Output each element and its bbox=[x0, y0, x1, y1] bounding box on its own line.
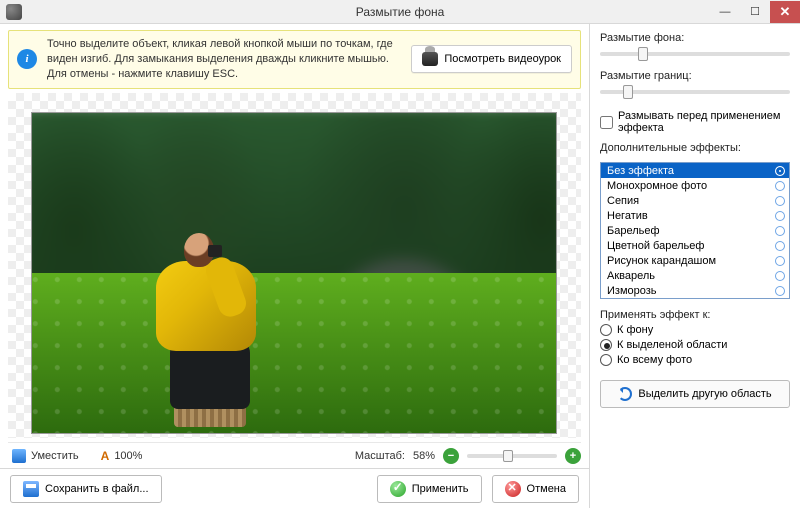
effect-option-label: Барельеф bbox=[607, 224, 660, 238]
cancel-button[interactable]: Отмена bbox=[492, 475, 579, 503]
edge-blur-thumb[interactable] bbox=[623, 85, 633, 99]
fit-button[interactable]: Уместить bbox=[8, 447, 83, 465]
window-title: Размытие фона bbox=[356, 5, 445, 19]
bottom-bar: Сохранить в файл... Применить Отмена bbox=[0, 468, 589, 508]
select-other-label: Выделить другую область bbox=[638, 388, 771, 400]
effect-option[interactable]: Сепия bbox=[601, 193, 789, 208]
fit-label: Уместить bbox=[31, 450, 79, 462]
save-to-file-button[interactable]: Сохранить в файл... bbox=[10, 475, 162, 503]
effect-option[interactable]: Цветной барельеф bbox=[601, 238, 789, 253]
edge-blur-label: Размытие границ: bbox=[600, 70, 692, 82]
effect-option[interactable]: Барельеф bbox=[601, 223, 789, 238]
status-bar: Уместить A 100% Масштаб: 58% − + bbox=[8, 442, 581, 468]
effect-option-label: Без эффекта bbox=[607, 164, 674, 178]
radio-icon bbox=[775, 286, 785, 296]
actual-size-label: 100% bbox=[114, 450, 142, 462]
radio-icon bbox=[775, 241, 785, 251]
zoom-slider-thumb[interactable] bbox=[503, 450, 513, 462]
radio-icon bbox=[775, 271, 785, 281]
effects-list[interactable]: Без эффектаМонохромное фотоСепияНегативБ… bbox=[600, 162, 790, 299]
radio-icon bbox=[775, 211, 785, 221]
zoom-controls: Масштаб: 58% − + bbox=[355, 448, 581, 464]
radio-icon bbox=[775, 166, 785, 176]
zoom-out-button[interactable]: − bbox=[443, 448, 459, 464]
main-panel: i Точно выделите объект, кликая левой кн… bbox=[0, 24, 590, 508]
apply-target-label: Применять эффект к: bbox=[600, 309, 710, 321]
webcam-icon bbox=[422, 52, 438, 66]
title-bar: Размытие фона — ☐ ✕ bbox=[0, 0, 800, 24]
apply-button[interactable]: Применить bbox=[377, 475, 482, 503]
apply-target-option[interactable]: К фону bbox=[600, 324, 790, 336]
effect-option[interactable]: Монохромное фото bbox=[601, 178, 789, 193]
close-button[interactable]: ✕ bbox=[770, 1, 800, 23]
actual-size-button[interactable]: A 100% bbox=[97, 447, 147, 465]
maximize-button[interactable]: ☐ bbox=[740, 1, 770, 23]
effect-option-label: Акварель bbox=[607, 269, 655, 283]
pre-blur-checkbox[interactable] bbox=[600, 116, 613, 129]
watch-video-button[interactable]: Посмотреть видеоурок bbox=[411, 45, 572, 73]
effect-option[interactable]: Рисунок карандашом bbox=[601, 253, 789, 268]
save-icon bbox=[23, 481, 39, 497]
bg-blur-thumb[interactable] bbox=[638, 47, 648, 61]
zoom-value: 58% bbox=[413, 450, 435, 462]
fit-icon bbox=[12, 449, 26, 463]
cancel-label: Отмена bbox=[527, 483, 566, 495]
zoom-in-button[interactable]: + bbox=[565, 448, 581, 464]
preview-image[interactable] bbox=[32, 113, 556, 433]
radio-icon bbox=[600, 339, 612, 351]
zoom-slider[interactable] bbox=[467, 454, 557, 458]
options-panel: Размытие фона: Размытие границ: Размыват… bbox=[590, 24, 800, 508]
effect-option-label: Изморозь bbox=[607, 284, 657, 298]
cancel-icon bbox=[505, 481, 521, 497]
effect-option[interactable]: Изморозь bbox=[601, 283, 789, 298]
apply-target-option-label: К фону bbox=[617, 324, 653, 336]
hint-text: Точно выделите объект, кликая левой кноп… bbox=[47, 37, 401, 82]
window-controls: — ☐ ✕ bbox=[710, 1, 800, 23]
image-canvas[interactable] bbox=[8, 93, 581, 438]
bg-blur-block: Размытие фона: bbox=[600, 32, 790, 62]
effect-option-label: Цветной барельеф bbox=[607, 239, 704, 253]
select-other-area-button[interactable]: Выделить другую область bbox=[600, 380, 790, 408]
pre-blur-row[interactable]: Размывать перед применением эффекта bbox=[600, 110, 790, 134]
apply-target-option-label: Ко всему фото bbox=[617, 354, 692, 366]
apply-target-radio-group: К фону К выделеной области Ко всему фото bbox=[600, 324, 790, 366]
minimize-button[interactable]: — bbox=[710, 1, 740, 23]
effect-option[interactable]: Негатив bbox=[601, 208, 789, 223]
reselect-icon bbox=[618, 387, 632, 401]
effect-option[interactable]: Без эффекта bbox=[601, 163, 789, 178]
apply-target-option[interactable]: К выделеной области bbox=[600, 339, 790, 351]
edge-blur-slider[interactable] bbox=[600, 90, 790, 94]
apply-label: Применить bbox=[412, 483, 469, 495]
effect-option-label: Сепия bbox=[607, 194, 639, 208]
bg-blur-slider[interactable] bbox=[600, 52, 790, 56]
info-icon: i bbox=[17, 49, 37, 69]
radio-icon bbox=[775, 226, 785, 236]
radio-icon bbox=[775, 181, 785, 191]
radio-icon bbox=[775, 256, 785, 266]
effect-option-label: Негатив bbox=[607, 209, 648, 223]
apply-icon bbox=[390, 481, 406, 497]
pre-blur-label: Размывать перед применением эффекта bbox=[618, 110, 790, 134]
save-label: Сохранить в файл... bbox=[45, 483, 149, 495]
edge-blur-block: Размытие границ: bbox=[600, 70, 790, 100]
apply-target-block: Применять эффект к: К фону К выделеной об… bbox=[600, 309, 790, 366]
radio-icon bbox=[600, 324, 612, 336]
effect-option[interactable]: Акварель bbox=[601, 268, 789, 283]
app-icon bbox=[6, 4, 22, 20]
radio-icon bbox=[775, 196, 785, 206]
effects-heading: Дополнительные эффекты: bbox=[600, 142, 790, 154]
zoom-label: Масштаб: bbox=[355, 450, 405, 462]
watch-video-label: Посмотреть видеоурок bbox=[444, 53, 561, 65]
effect-option-label: Рисунок карандашом bbox=[607, 254, 716, 268]
actual-size-icon: A bbox=[101, 449, 110, 463]
apply-target-option-label: К выделеной области bbox=[617, 339, 727, 351]
bg-blur-label: Размытие фона: bbox=[600, 32, 684, 44]
hint-bar: i Точно выделите объект, кликая левой кн… bbox=[8, 30, 581, 89]
effect-option-label: Монохромное фото bbox=[607, 179, 707, 193]
radio-icon bbox=[600, 354, 612, 366]
apply-target-option[interactable]: Ко всему фото bbox=[600, 354, 790, 366]
